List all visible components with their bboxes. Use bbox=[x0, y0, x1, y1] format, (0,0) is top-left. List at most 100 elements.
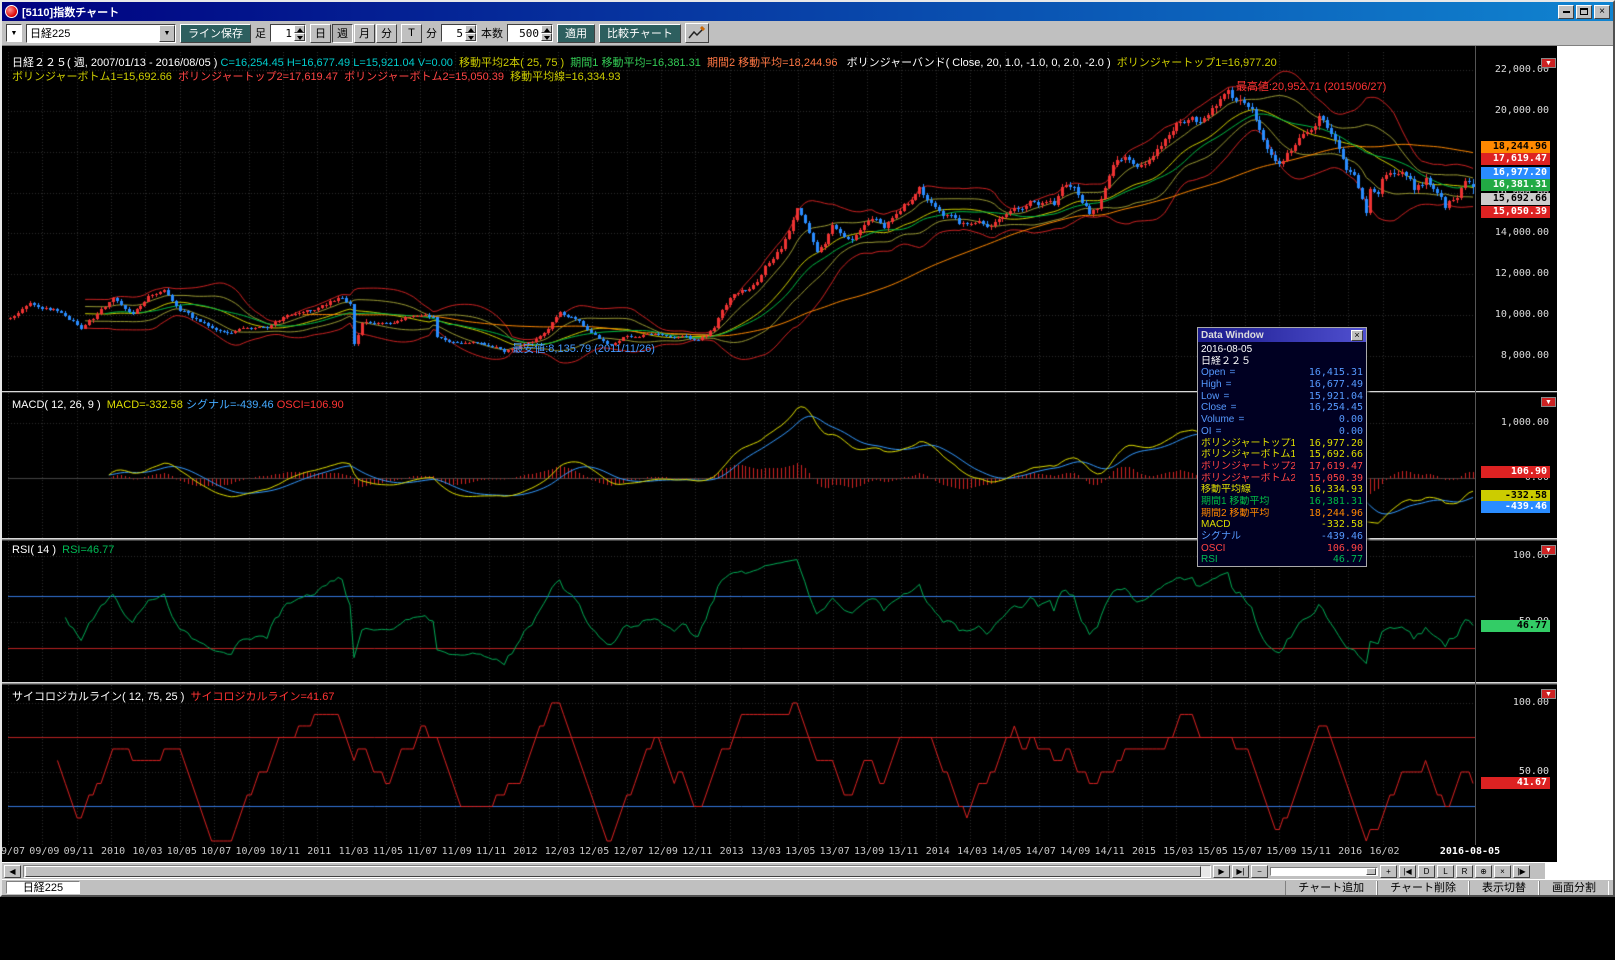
panel-collapse-button[interactable]: ▼ bbox=[1541, 689, 1556, 699]
symbol-select-value: 日経225 bbox=[27, 25, 159, 41]
symbol-select[interactable]: 日経225 ▼ bbox=[26, 24, 176, 43]
window-title: [5110]指数チャート bbox=[22, 4, 1556, 20]
spinner-arrows-icon[interactable] bbox=[541, 25, 552, 41]
data-window-row: MACD-332.58 bbox=[1201, 519, 1363, 531]
axis-separator bbox=[1475, 46, 1476, 845]
tick-period-button[interactable]: T bbox=[401, 24, 422, 43]
scroll-tool-button[interactable]: + bbox=[1380, 865, 1397, 878]
scroll-tool-button[interactable]: D bbox=[1418, 865, 1435, 878]
header-segment: MACD=-332.58 bbox=[107, 399, 183, 411]
status-actions: チャート追加 チャート削除 表示切替 画面分割 bbox=[1285, 881, 1609, 895]
data-window-row: Low=15,921.04 bbox=[1201, 391, 1363, 403]
panel-header-rsi: RSI( 14 ) RSI=46.77 bbox=[12, 544, 114, 556]
period-button-日[interactable]: 日 bbox=[310, 24, 331, 43]
scroll-left-arrow[interactable]: ◀ bbox=[4, 865, 21, 878]
data-window-row: シグナル-439.46 bbox=[1201, 531, 1363, 543]
zoom-slider-thumb[interactable] bbox=[1366, 868, 1376, 875]
psych-line-panel-canvas[interactable] bbox=[8, 685, 1475, 845]
period-button-月[interactable]: 月 bbox=[354, 24, 375, 43]
data-window-row: 移動平均線16,334.93 bbox=[1201, 484, 1363, 496]
close-button[interactable]: × bbox=[1594, 5, 1610, 19]
data-window-row: 2016-08-05 bbox=[1201, 344, 1363, 356]
add-chart-button[interactable]: チャート追加 bbox=[1285, 881, 1377, 895]
period-button-分[interactable]: 分 bbox=[376, 24, 397, 43]
app-window: [5110]指数チャート × ▼ 日経225 ▼ ライン保存 足 1 日週月分 … bbox=[0, 0, 1615, 897]
bars-label: 本数 bbox=[481, 25, 503, 41]
data-window-row: High=16,677.49 bbox=[1201, 379, 1363, 391]
line-save-button[interactable]: ライン保存 bbox=[180, 24, 251, 43]
right-gutter bbox=[1557, 46, 1613, 862]
spinner-arrows-icon[interactable] bbox=[294, 25, 305, 41]
zoom-slider[interactable] bbox=[1270, 867, 1378, 876]
scroll-tool-button[interactable]: × bbox=[1494, 865, 1511, 878]
ashi-label: 足 bbox=[255, 25, 266, 41]
header-segment: 移動平均線=16,334.93 bbox=[507, 71, 620, 83]
scroll-tool-button[interactable]: |◀ bbox=[1399, 865, 1416, 878]
data-window-close-button[interactable]: × bbox=[1351, 330, 1363, 341]
data-window[interactable]: Data Window × 2016-08-05日経２２５Open=16,415… bbox=[1197, 327, 1367, 567]
scrollbar-track[interactable] bbox=[23, 865, 1211, 878]
axis-tick: 1,000.00 bbox=[1479, 417, 1549, 428]
header-segment: ボリンジャートップ1=16,977.20 bbox=[1114, 57, 1277, 69]
x-axis-cursor-date: 2016-08-05 bbox=[1430, 846, 1510, 857]
minute-value: 5 bbox=[442, 25, 465, 41]
scroll-tool-button[interactable]: |▶ bbox=[1513, 865, 1530, 878]
axis-tick: 100.00 bbox=[1479, 697, 1549, 708]
axis-price-tag: 17,619.47 bbox=[1481, 153, 1550, 165]
chart-tab-nikkei225[interactable]: 日経225 bbox=[6, 881, 80, 894]
panel-splitter[interactable] bbox=[2, 682, 1557, 685]
header-segment: RSI( 14 ) bbox=[12, 544, 62, 556]
axis-tick: 12,000.00 bbox=[1479, 268, 1549, 279]
apply-button[interactable]: 適用 bbox=[557, 24, 595, 43]
chart-panel-container: Data Window × 2016-08-05日経２２５Open=16,415… bbox=[2, 46, 1557, 862]
compare-chart-button[interactable]: 比較チャート bbox=[599, 24, 681, 43]
minimize-icon bbox=[1563, 11, 1570, 13]
chart-menu-button[interactable]: ▼ bbox=[6, 24, 22, 42]
panel-collapse-button[interactable]: ▼ bbox=[1541, 545, 1556, 555]
data-window-row: Volume=0.00 bbox=[1201, 414, 1363, 426]
panel-collapse-button[interactable]: ▼ bbox=[1541, 397, 1556, 407]
scroll-tool-button[interactable]: ⊕ bbox=[1475, 865, 1492, 878]
toggle-display-button[interactable]: 表示切替 bbox=[1469, 881, 1539, 895]
minimize-button[interactable] bbox=[1558, 5, 1574, 19]
header-segment: サイコロジカルライン( 12, 75, 25 ) bbox=[12, 691, 190, 703]
scroll-tool-button[interactable]: ▶| bbox=[1232, 865, 1249, 878]
bars-spinner[interactable]: 500 bbox=[507, 24, 553, 42]
data-window-row: RSI46.77 bbox=[1201, 554, 1363, 566]
panel-collapse-button[interactable]: ▼ bbox=[1541, 58, 1556, 68]
scroll-tool-button[interactable]: − bbox=[1251, 865, 1268, 878]
data-window-row: 期間1 移動平均16,381.31 bbox=[1201, 496, 1363, 508]
axis-tick: 22,000.00 bbox=[1479, 64, 1549, 75]
spinner-arrows-icon[interactable] bbox=[465, 25, 476, 41]
delete-chart-button[interactable]: チャート削除 bbox=[1377, 881, 1469, 895]
scroll-tool-button[interactable]: R bbox=[1456, 865, 1473, 878]
minute-spinner[interactable]: 5 bbox=[441, 24, 477, 42]
data-window-rows: 2016-08-05日経２２５Open=16,415.31High=16,677… bbox=[1198, 342, 1366, 566]
title-bar[interactable]: [5110]指数チャート × bbox=[2, 2, 1613, 21]
scrollbar-thumb[interactable] bbox=[25, 866, 1201, 877]
data-window-row: OSCI106.90 bbox=[1201, 543, 1363, 555]
data-window-row: OI=0.00 bbox=[1201, 426, 1363, 438]
split-screen-button[interactable]: 画面分割 bbox=[1539, 881, 1609, 895]
scroll-tool-button[interactable]: L bbox=[1437, 865, 1454, 878]
ashi-count-value: 1 bbox=[271, 25, 294, 41]
chevron-down-icon[interactable]: ▼ bbox=[159, 25, 175, 42]
panel-header-main: ボリンジャーボトム1=15,692.66 ボリンジャートップ2=17,619.4… bbox=[12, 68, 621, 84]
maximize-button[interactable] bbox=[1576, 5, 1592, 19]
data-window-title-bar[interactable]: Data Window × bbox=[1198, 328, 1366, 342]
period-button-週[interactable]: 週 bbox=[332, 24, 353, 43]
header-segment: ボリンジャーボトム1=15,692.66 bbox=[12, 71, 175, 83]
data-window-row: Open=16,415.31 bbox=[1201, 367, 1363, 379]
axis-tick: 14,000.00 bbox=[1479, 227, 1549, 238]
header-segment: ボリンジャートップ2=17,619.47 bbox=[175, 71, 341, 83]
axis-price-tag: 106.90 bbox=[1481, 466, 1550, 478]
data-window-row: ボリンジャーボトム215,050.39 bbox=[1201, 473, 1363, 485]
header-segment: RSI=46.77 bbox=[62, 544, 114, 556]
data-window-row: 期間2 移動平均18,244.96 bbox=[1201, 508, 1363, 520]
ashi-count-spinner[interactable]: 1 bbox=[270, 24, 306, 42]
scroll-right-arrow[interactable]: ▶ bbox=[1213, 865, 1230, 878]
header-segment: ボリンジャーバンド( Close, 20, 1.0, -1.0, 0, 2.0,… bbox=[841, 57, 1114, 69]
data-window-title: Data Window bbox=[1201, 330, 1351, 341]
data-window-row: ボリンジャートップ116,977.20 bbox=[1201, 438, 1363, 450]
trendline-tool-icon[interactable] bbox=[685, 23, 709, 43]
